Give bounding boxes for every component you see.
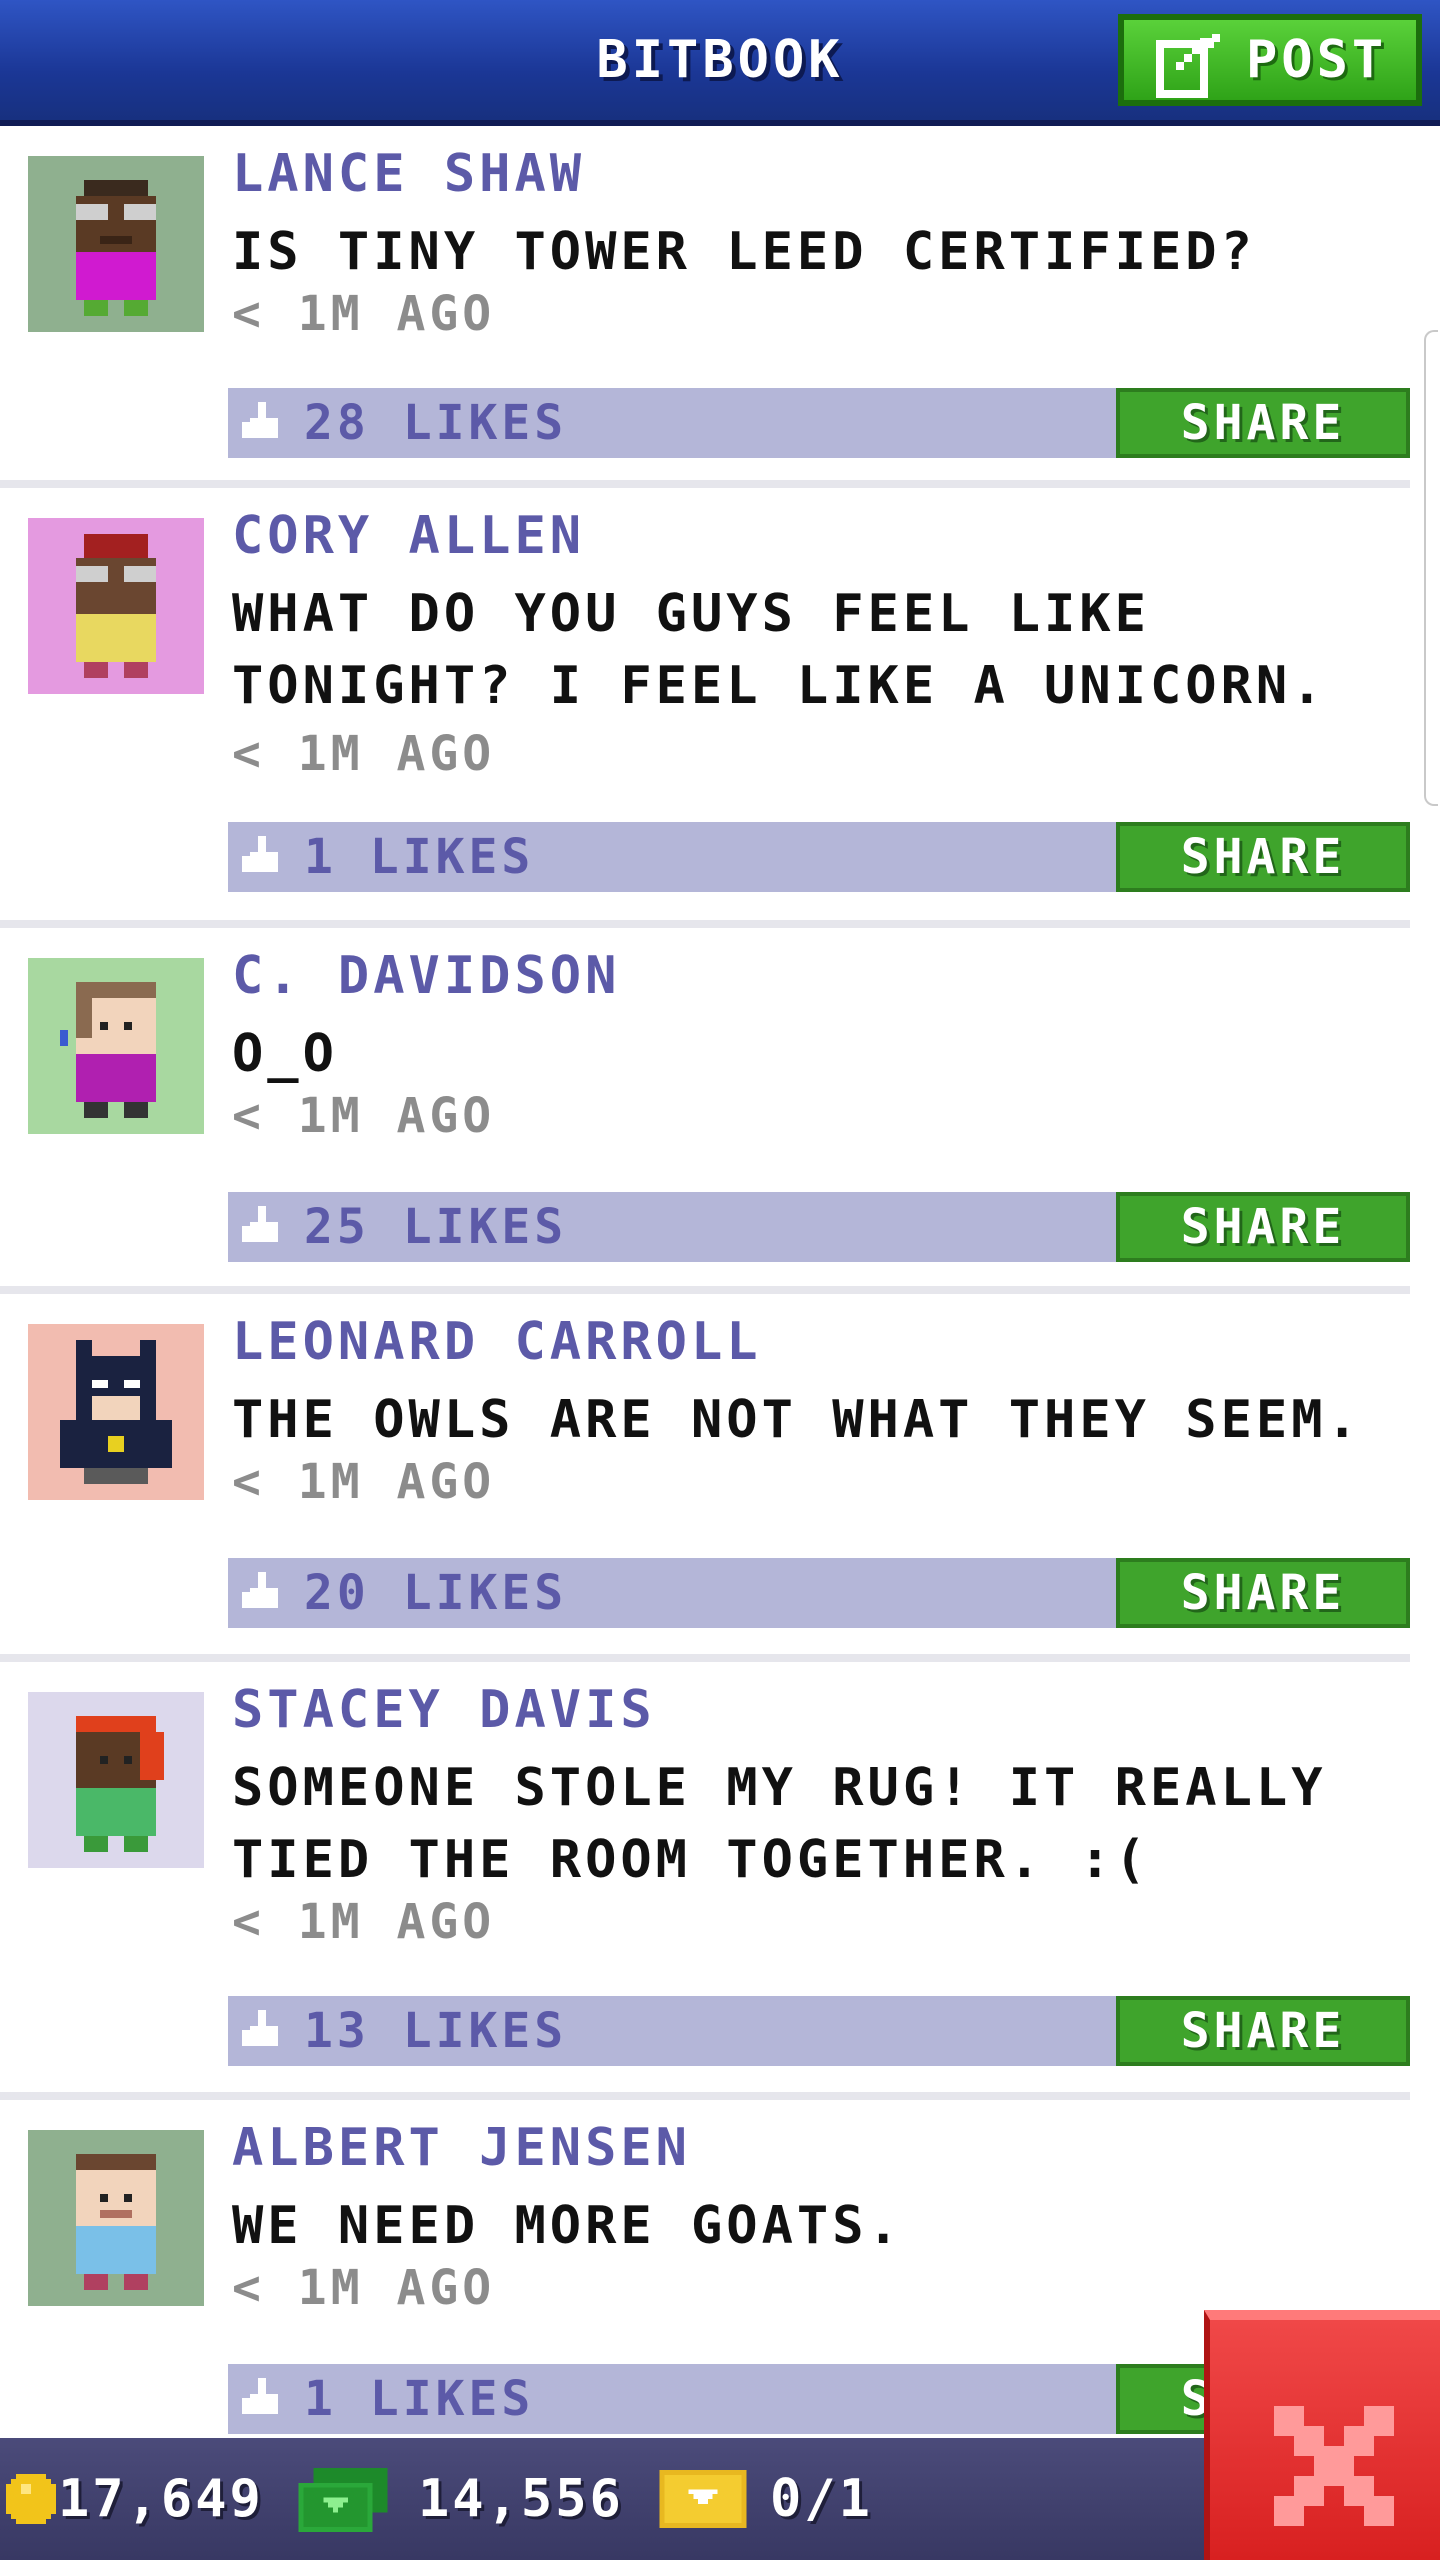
- like-count: 25 LIKES: [304, 1199, 568, 1255]
- share-button[interactable]: SHARE: [1116, 822, 1410, 892]
- share-button[interactable]: SHARE: [1116, 388, 1410, 458]
- post-timestamp: < 1M AGO: [232, 1088, 496, 1144]
- avatar: [28, 156, 204, 332]
- post-author[interactable]: ALBERT JENSEN: [232, 2118, 691, 2178]
- tickets-value: 0/1: [770, 2469, 873, 2529]
- thumbs-up-icon: [242, 2010, 286, 2058]
- like-bar[interactable]: 13 LIKES SHARE: [228, 1996, 1410, 2066]
- share-button[interactable]: SHARE: [1116, 1192, 1410, 1262]
- post-author[interactable]: C. DAVIDSON: [232, 946, 620, 1006]
- feed-post: ALBERT JENSEN WE NEED MORE GOATS. < 1M A…: [0, 2100, 1410, 2460]
- post-message: WE NEED MORE GOATS.: [232, 2196, 903, 2256]
- post-message: THE OWLS ARE NOT WHAT THEY SEEM.: [232, 1390, 1362, 1450]
- thumbs-up-icon: [242, 1206, 286, 1254]
- avatar: [28, 1692, 204, 1868]
- like-count: 13 LIKES: [304, 2003, 568, 2059]
- thumbs-up-icon: [242, 402, 286, 450]
- feed-post: CORY ALLEN WHAT DO YOU GUYS FEEL LIKE TO…: [0, 488, 1410, 928]
- bux-value: 14,556: [418, 2469, 624, 2529]
- ticket-icon: [658, 2470, 748, 2532]
- post-message: IS TINY TOWER LEED CERTIFIED?: [232, 222, 1256, 282]
- avatar: [28, 518, 204, 694]
- like-count: 1 LIKES: [304, 829, 535, 885]
- feed-post: C. DAVIDSON O_O < 1M AGO 25 LIKES SHARE: [0, 928, 1410, 1294]
- scrollbar[interactable]: [1424, 330, 1438, 806]
- post-timestamp: < 1M AGO: [232, 286, 496, 342]
- avatar: [28, 2130, 204, 2306]
- like-bar[interactable]: 20 LIKES SHARE: [228, 1558, 1410, 1628]
- thumbs-up-icon: [242, 836, 286, 884]
- app-header: BITBOOK POST: [0, 0, 1440, 126]
- post-timestamp: < 1M AGO: [232, 1454, 496, 1510]
- post-button[interactable]: POST: [1118, 14, 1422, 106]
- like-bar[interactable]: 28 LIKES SHARE: [228, 388, 1410, 458]
- post-timestamp: < 1M AGO: [232, 2260, 496, 2316]
- post-timestamp: < 1M AGO: [232, 726, 496, 782]
- share-button[interactable]: SHARE: [1116, 1558, 1410, 1628]
- bux-icon: [298, 2468, 388, 2536]
- post-author[interactable]: LANCE SHAW: [232, 144, 585, 204]
- edit-icon: [1156, 34, 1222, 121]
- avatar: [28, 1324, 204, 1500]
- feed-list[interactable]: LANCE SHAW IS TINY TOWER LEED CERTIFIED?…: [0, 126, 1440, 2460]
- like-count: 28 LIKES: [304, 395, 568, 451]
- like-bar[interactable]: 1 LIKES SHARE: [228, 822, 1410, 892]
- post-message: O_O: [232, 1024, 338, 1084]
- post-button-label: POST: [1246, 30, 1388, 90]
- share-button[interactable]: SHARE: [1116, 1996, 1410, 2066]
- feed-post: LEONARD CARROLL THE OWLS ARE NOT WHAT TH…: [0, 1294, 1410, 1662]
- feed-post: STACEY DAVIS SOMEONE STOLE MY RUG! IT RE…: [0, 1662, 1410, 2100]
- close-button[interactable]: [1204, 2310, 1440, 2560]
- post-author[interactable]: STACEY DAVIS: [232, 1680, 656, 1740]
- post-author[interactable]: CORY ALLEN: [232, 506, 585, 566]
- post-message: WHAT DO YOU GUYS FEEL LIKE TONIGHT? I FE…: [232, 584, 1327, 716]
- thumbs-up-icon: [242, 2378, 286, 2426]
- like-count: 1 LIKES: [304, 2371, 535, 2427]
- coin-icon: [6, 2474, 56, 2528]
- like-bar[interactable]: 25 LIKES SHARE: [228, 1192, 1410, 1262]
- avatar: [28, 958, 204, 1134]
- close-icon: [1274, 2406, 1394, 2530]
- post-message: SOMEONE STOLE MY RUG! IT REALLY TIED THE…: [232, 1758, 1327, 1890]
- like-count: 20 LIKES: [304, 1565, 568, 1621]
- post-timestamp: < 1M AGO: [232, 1894, 496, 1950]
- thumbs-up-icon: [242, 1572, 286, 1620]
- post-author[interactable]: LEONARD CARROLL: [232, 1312, 762, 1372]
- feed-post: LANCE SHAW IS TINY TOWER LEED CERTIFIED?…: [0, 126, 1410, 488]
- coins-value: 17,649: [58, 2469, 264, 2529]
